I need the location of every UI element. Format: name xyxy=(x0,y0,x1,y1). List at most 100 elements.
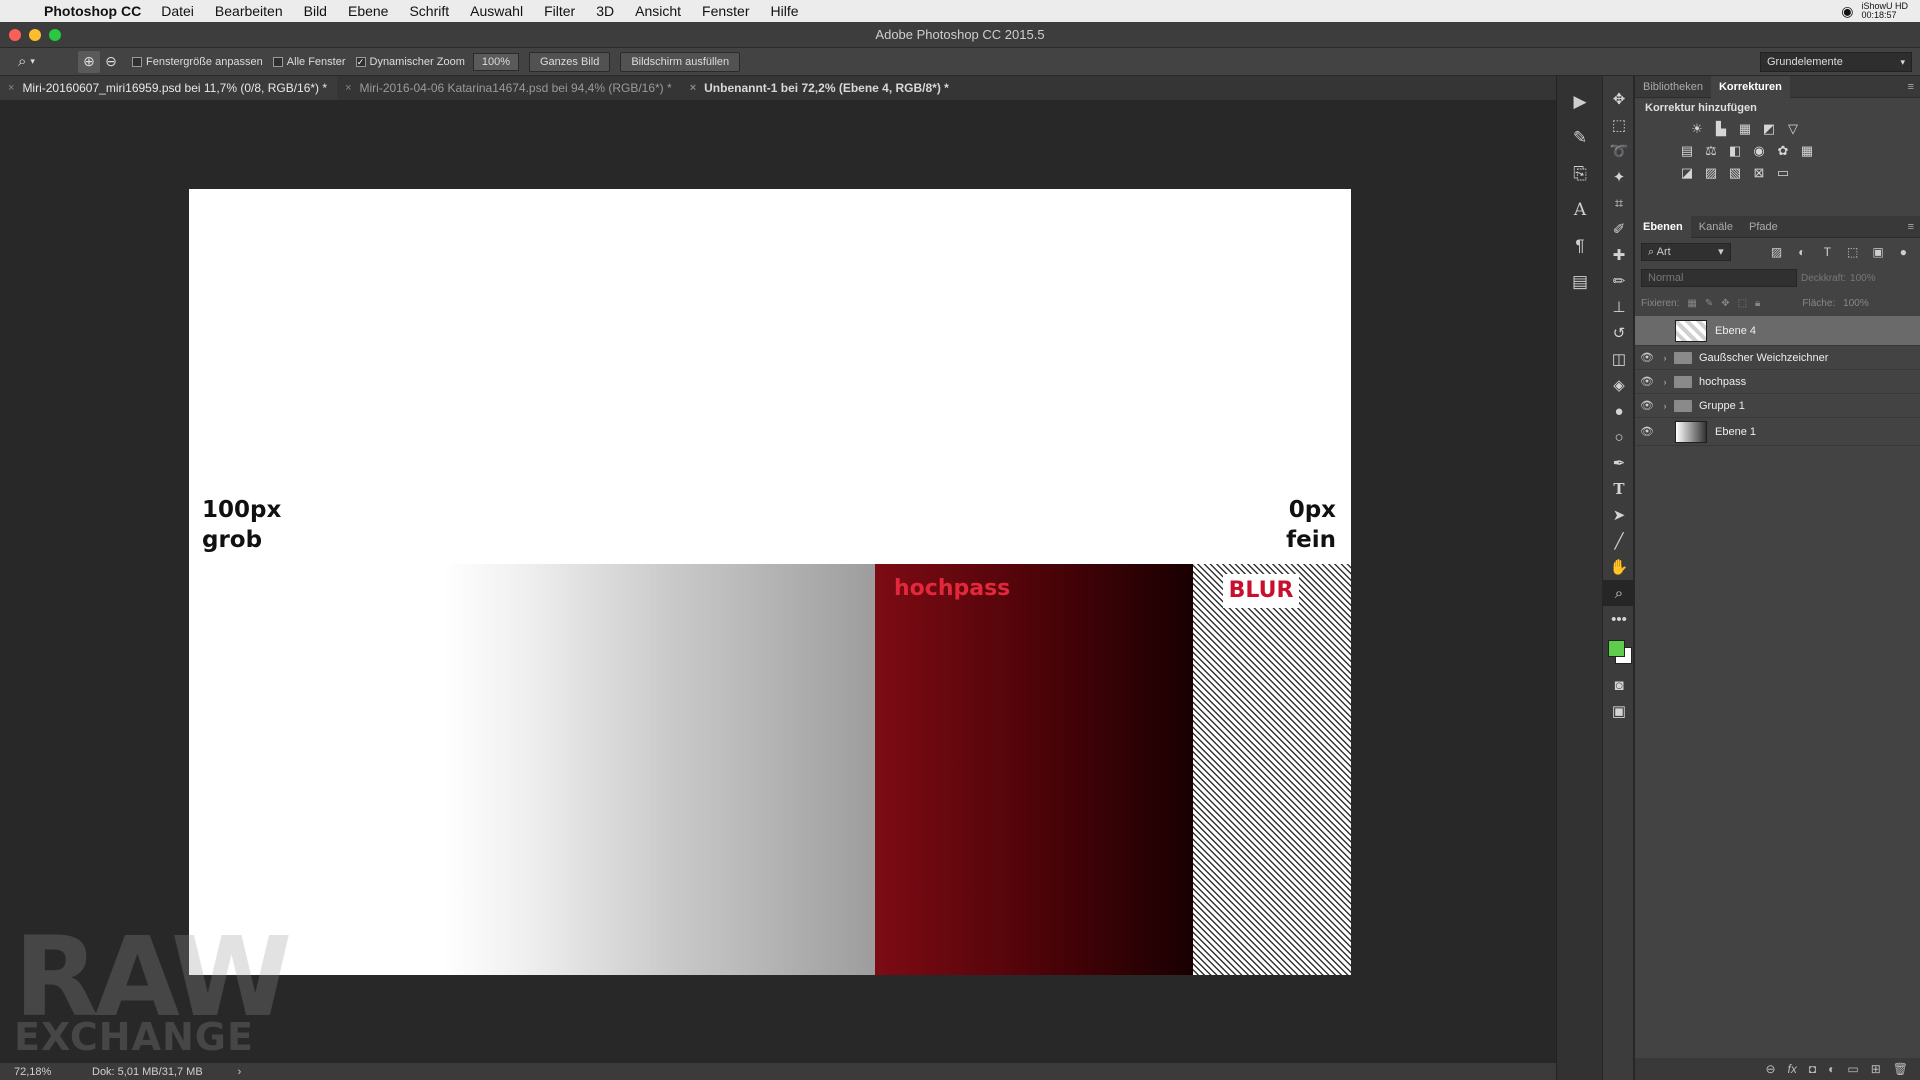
menu-hilfe[interactable]: Hilfe xyxy=(771,3,799,19)
foreground-color-swatch[interactable] xyxy=(1608,640,1625,657)
fit-window-checkbox[interactable]: Fenstergröße anpassen xyxy=(132,56,263,68)
dodge-tool-icon[interactable]: ○ xyxy=(1603,424,1635,450)
layer-name[interactable]: Ebene 4 xyxy=(1715,325,1756,337)
zoom-100-button[interactable]: 100% xyxy=(472,52,519,71)
app-menu[interactable]: Photoshop CC xyxy=(44,3,141,19)
menu-schrift[interactable]: Schrift xyxy=(409,3,449,19)
menu-3d[interactable]: 3D xyxy=(596,3,614,19)
eye-icon[interactable]: 👁︎ xyxy=(1635,375,1659,388)
tab-ebenen[interactable]: Ebenen xyxy=(1635,215,1691,238)
layer-row[interactable]: 👁︎ › Gaußscher Weichzeichner xyxy=(1635,346,1920,370)
zoom-tool-icon[interactable]: ⌕ xyxy=(1603,580,1635,606)
menu-ebene[interactable]: Ebene xyxy=(348,3,388,19)
history-brush-tool-icon[interactable]: ↺ xyxy=(1603,320,1635,346)
menu-bild[interactable]: Bild xyxy=(304,3,327,19)
path-selection-tool-icon[interactable]: ➤ xyxy=(1603,502,1635,528)
selective-color-icon[interactable]: ⊠ xyxy=(1750,165,1768,180)
photo-filter-icon[interactable]: ◉ xyxy=(1750,143,1768,158)
type-tool-icon[interactable]: T xyxy=(1603,476,1635,502)
menu-ansicht[interactable]: Ansicht xyxy=(635,3,681,19)
eyedropper-tool-icon[interactable]: ✐ xyxy=(1603,216,1635,242)
menu-auswahl[interactable]: Auswahl xyxy=(470,3,523,19)
layer-row[interactable]: Ebene 4 xyxy=(1635,316,1920,346)
brightness-icon[interactable]: ☀ xyxy=(1688,121,1706,136)
document-tab[interactable]: × Miri-20160607_miri16959.psd bei 11,7% … xyxy=(0,76,338,100)
exposure-icon[interactable]: ◩ xyxy=(1760,121,1778,136)
all-windows-checkbox[interactable]: Alle Fenster xyxy=(272,56,346,68)
black-white-icon[interactable]: ◧ xyxy=(1726,143,1744,158)
color-balance-icon[interactable]: ⚖ xyxy=(1702,143,1720,158)
curves-icon[interactable]: ▦ xyxy=(1736,121,1754,136)
add-mask-icon[interactable]: ◘ xyxy=(1809,1062,1816,1076)
quick-mask-icon[interactable]: ◙ xyxy=(1603,672,1635,698)
stamp-tool-icon[interactable]: ⊥ xyxy=(1603,294,1635,320)
hue-saturation-icon[interactable]: ▤ xyxy=(1678,143,1696,158)
tab-bibliotheken[interactable]: Bibliotheken xyxy=(1635,76,1711,98)
checkbox-box[interactable]: ✓ xyxy=(355,56,366,67)
layer-filter-dropdown[interactable]: ⌕ Art ▾ xyxy=(1641,243,1731,261)
fill-screen-button[interactable]: Bildschirm ausfüllen xyxy=(620,51,741,72)
layer-name[interactable]: Ebene 1 xyxy=(1715,426,1756,438)
magic-wand-tool-icon[interactable]: ✦ xyxy=(1603,164,1635,190)
threshold-icon[interactable]: ▧ xyxy=(1726,165,1744,180)
play-icon[interactable]: ▶ xyxy=(1557,84,1603,120)
link-layers-icon[interactable]: ⊖ xyxy=(1765,1062,1775,1076)
invert-icon[interactable]: ◪ xyxy=(1678,165,1696,180)
healing-brush-tool-icon[interactable]: ✚ xyxy=(1603,242,1635,268)
brush-settings-icon[interactable]: ✎ xyxy=(1557,120,1603,156)
fit-screen-button[interactable]: Ganzes Bild xyxy=(529,51,611,72)
panel-menu-icon[interactable]: ≡ xyxy=(1908,221,1914,233)
filter-pixel-icon[interactable]: ▨ xyxy=(1766,245,1787,259)
workspace-dropdown[interactable]: Grundelemente ▾ xyxy=(1760,52,1912,72)
menu-fenster[interactable]: Fenster xyxy=(702,3,749,19)
eye-icon[interactable]: 👁︎ xyxy=(1635,425,1659,438)
eraser-tool-icon[interactable]: ◫ xyxy=(1603,346,1635,372)
lock-position-icon[interactable]: ✥ xyxy=(1721,298,1729,309)
marquee-tool-icon[interactable]: ⬚ xyxy=(1603,112,1635,138)
hand-tool-icon[interactable]: ✋ xyxy=(1603,554,1635,580)
crop-tool-icon[interactable]: ⌗ xyxy=(1603,190,1635,216)
layer-row[interactable]: 👁︎ › Gruppe 1 xyxy=(1635,394,1920,418)
channel-mixer-icon[interactable]: ✿ xyxy=(1774,143,1792,158)
brush-tool-icon[interactable]: ✏ xyxy=(1603,268,1635,294)
layer-name[interactable]: hochpass xyxy=(1699,376,1746,388)
opacity-field[interactable]: 100% xyxy=(1850,273,1876,284)
pen-tool-icon[interactable]: ✒ xyxy=(1603,450,1635,476)
panel-menu-icon[interactable]: ≡ xyxy=(1908,81,1914,93)
posterize-icon[interactable]: ▨ xyxy=(1702,165,1720,180)
paragraph-icon[interactable]: ¶ xyxy=(1557,228,1603,264)
gradient-map-icon[interactable]: ▭ xyxy=(1774,165,1792,180)
expand-arrow-icon[interactable]: › xyxy=(1659,377,1671,387)
vibrance-icon[interactable]: ▽ xyxy=(1784,121,1802,136)
new-group-icon[interactable]: ▭ xyxy=(1847,1062,1858,1076)
lock-all-icon[interactable]: 🔒︎ xyxy=(1755,298,1760,309)
line-tool-icon[interactable]: ╱ xyxy=(1603,528,1635,554)
dynamic-zoom-checkbox[interactable]: ✓ Dynamischer Zoom xyxy=(355,56,465,68)
blend-mode-dropdown[interactable]: Normal xyxy=(1641,269,1797,287)
menu-bearbeiten[interactable]: Bearbeiten xyxy=(215,3,283,19)
screen-mode-icon[interactable]: ▣ xyxy=(1603,698,1635,724)
document-canvas[interactable]: 100px grob 0px fein hochpass BLUR xyxy=(189,189,1351,975)
more-tools-icon[interactable]: ••• xyxy=(1603,606,1635,632)
zoom-level[interactable]: 72,18% xyxy=(0,1066,70,1078)
eye-icon[interactable]: 👁︎ xyxy=(1635,399,1659,412)
color-swatches[interactable] xyxy=(1603,632,1635,672)
filter-shape-icon[interactable]: ⬚ xyxy=(1842,245,1863,259)
zoom-in-button[interactable]: ⊕ xyxy=(78,50,100,73)
canvas-area[interactable]: 100px grob 0px fein hochpass BLUR RAW EX… xyxy=(0,100,1538,1063)
tab-kanaele[interactable]: Kanäle xyxy=(1691,216,1741,238)
layer-name[interactable]: Gaußscher Weichzeichner xyxy=(1699,352,1828,364)
layer-row[interactable]: 👁︎ › hochpass xyxy=(1635,370,1920,394)
menu-filter[interactable]: Filter xyxy=(544,3,575,19)
tab-pfade[interactable]: Pfade xyxy=(1741,216,1786,238)
blur-tool-icon[interactable]: ● xyxy=(1603,398,1635,424)
lock-transparent-icon[interactable]: ▦ xyxy=(1687,298,1696,309)
creative-cloud-icon[interactable]: ◉ xyxy=(1841,4,1853,18)
layer-row[interactable]: 👁︎ Ebene 1 xyxy=(1635,418,1920,446)
paint-bucket-tool-icon[interactable]: ◈ xyxy=(1603,372,1635,398)
tool-preset-picker[interactable]: ⌕ ▾ xyxy=(18,51,78,73)
lock-pixels-icon[interactable]: ✎ xyxy=(1705,298,1713,309)
chevron-right-icon[interactable]: › xyxy=(238,1066,242,1078)
filter-adjustment-icon[interactable]: ◐ xyxy=(1791,245,1812,259)
trash-icon[interactable]: 🗑︎ xyxy=(1893,1062,1908,1076)
